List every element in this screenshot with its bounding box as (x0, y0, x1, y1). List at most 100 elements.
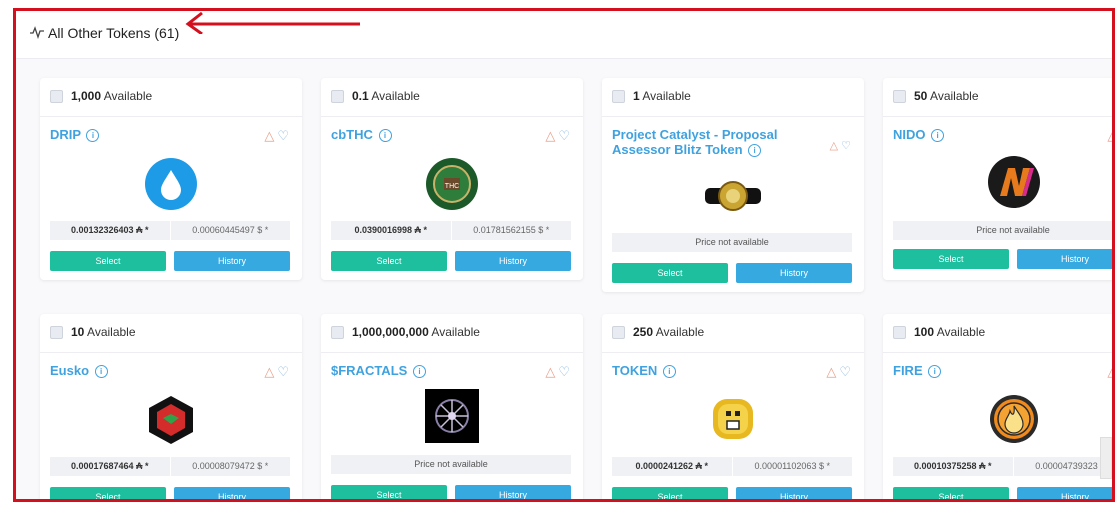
select-button[interactable]: Select (331, 251, 447, 271)
available-count: 50 Available (914, 89, 979, 103)
fire-logo (990, 395, 1038, 443)
info-icon[interactable]: i (931, 129, 945, 142)
cbthc-logo: THC (426, 158, 478, 210)
warning-icon[interactable]: △ (545, 364, 558, 379)
price-row: 0.0390016998 ₳ * 0.01781562155 $ * (331, 221, 571, 240)
token-card-eusko: 10 Available Eusko i △♡ 0.00017687464 ₳ … (40, 314, 302, 499)
select-checkbox[interactable] (893, 326, 906, 339)
token-name[interactable]: Project Catalyst - Proposal Assessor Blit… (612, 127, 777, 157)
nido-logo (988, 156, 1040, 208)
select-button[interactable]: Select (893, 249, 1009, 269)
price-not-available: Price not available (612, 233, 852, 252)
select-checkbox[interactable] (331, 326, 344, 339)
token-coin-logo (713, 399, 753, 439)
history-button[interactable]: History (1017, 249, 1112, 269)
history-button[interactable]: History (455, 485, 571, 499)
token-actions: △♡ (830, 139, 854, 152)
champion-belt-logo (705, 181, 761, 211)
select-button[interactable]: Select (50, 487, 166, 499)
info-icon[interactable]: i (94, 365, 108, 378)
select-checkbox[interactable] (50, 90, 63, 103)
available-count: 10 Available (71, 325, 136, 339)
select-button[interactable]: Select (893, 487, 1009, 499)
price-not-available: Price not available (331, 455, 571, 474)
heart-icon[interactable]: ♡ (558, 128, 573, 143)
select-checkbox[interactable] (893, 90, 906, 103)
eusko-logo (149, 396, 193, 444)
history-button[interactable]: History (736, 263, 852, 283)
token-card-drip: 1,000 Available DRIP i △♡ 0.00132326403 … (40, 78, 302, 280)
section-title: All Other Tokens (61) (48, 25, 180, 41)
token-actions: △♡ (264, 364, 292, 380)
token-name[interactable]: TOKEN i (612, 363, 676, 378)
token-name[interactable]: FIRE i (893, 363, 942, 378)
price-row: 0.00010375258 ₳ * 0.00004739323 $ * (893, 457, 1112, 476)
warning-icon[interactable]: △ (1107, 128, 1112, 143)
heart-icon[interactable]: ♡ (277, 128, 292, 143)
token-card-fractals: 1,000,000,000 Available $FRACTALS i △♡ P… (321, 314, 583, 499)
annotation-arrow-icon (185, 11, 360, 34)
token-card-nido: 50 Available NIDO i △♡ Price not availab… (883, 78, 1112, 280)
select-checkbox[interactable] (612, 90, 625, 103)
token-card-catalyst: 1 Available Project Catalyst - Proposal A… (602, 78, 864, 292)
fractals-logo (425, 389, 479, 443)
token-name[interactable]: DRIP i (50, 127, 100, 142)
info-icon[interactable]: i (86, 129, 100, 142)
warning-icon[interactable]: △ (1107, 364, 1112, 379)
info-icon[interactable]: i (748, 144, 762, 157)
token-actions: △♡ (826, 364, 854, 380)
token-card-cbthc: 0.1 Available cbTHC i △♡ THC 0.039001699… (321, 78, 583, 280)
heart-icon[interactable]: ♡ (839, 364, 854, 379)
price-row: 0.0000241262 ₳ * 0.00001102063 $ * (612, 457, 852, 476)
available-count: 1,000,000,000 Available (352, 325, 480, 339)
history-button[interactable]: History (174, 251, 290, 271)
heart-icon[interactable]: ♡ (277, 364, 292, 379)
info-icon[interactable]: i (412, 365, 426, 378)
token-name[interactable]: Eusko i (50, 363, 108, 378)
token-actions: △♡ (264, 128, 292, 144)
available-count: 1 Available (633, 89, 691, 103)
scrollbar-thumb[interactable] (1100, 437, 1112, 479)
heart-icon[interactable]: ♡ (841, 140, 854, 152)
history-button[interactable]: History (455, 251, 571, 271)
warning-icon[interactable]: △ (264, 364, 277, 379)
heart-icon[interactable]: ♡ (558, 364, 573, 379)
price-row: 0.00017687464 ₳ * 0.00008079472 $ * (50, 457, 290, 476)
history-button[interactable]: History (736, 487, 852, 499)
token-actions: △♡ (545, 364, 573, 380)
price-not-available: Price not available (893, 221, 1112, 240)
price-row: 0.00132326403 ₳ * 0.00060445497 $ * (50, 221, 290, 240)
tokens-panel: All Other Tokens (61) 1,000 Available DR… (13, 8, 1115, 502)
history-button[interactable]: History (1017, 487, 1112, 499)
available-count: 100 Available (914, 325, 986, 339)
warning-icon[interactable]: △ (826, 364, 839, 379)
select-checkbox[interactable] (50, 326, 63, 339)
token-name[interactable]: NIDO i (893, 127, 945, 142)
available-count: 0.1 Available (352, 89, 420, 103)
token-card-fire: 100 Available FIRE i △♡ 0.00010375258 ₳ … (883, 314, 1112, 499)
select-button[interactable]: Select (612, 263, 728, 283)
available-count: 1,000 Available (71, 89, 153, 103)
info-icon[interactable]: i (378, 129, 392, 142)
token-name[interactable]: cbTHC i (331, 127, 392, 142)
warning-icon[interactable]: △ (830, 140, 841, 152)
activity-pulse-icon (30, 26, 44, 39)
token-name[interactable]: $FRACTALS i (331, 363, 426, 378)
token-card-token: 250 Available TOKEN i △♡ 0.0000241262 ₳ … (602, 314, 864, 499)
select-checkbox[interactable] (331, 90, 344, 103)
token-actions: △♡ (1107, 128, 1112, 144)
history-button[interactable]: History (174, 487, 290, 499)
select-button[interactable]: Select (612, 487, 728, 499)
token-actions: △♡ (1107, 364, 1112, 380)
warning-icon[interactable]: △ (545, 128, 558, 143)
select-button[interactable]: Select (50, 251, 166, 271)
info-icon[interactable]: i (928, 365, 942, 378)
select-checkbox[interactable] (612, 326, 625, 339)
token-actions: △♡ (545, 128, 573, 144)
select-button[interactable]: Select (331, 485, 447, 499)
warning-icon[interactable]: △ (264, 128, 277, 143)
svg-text:THC: THC (445, 183, 459, 190)
drip-logo (145, 158, 197, 210)
available-count: 250 Available (633, 325, 705, 339)
info-icon[interactable]: i (662, 365, 676, 378)
